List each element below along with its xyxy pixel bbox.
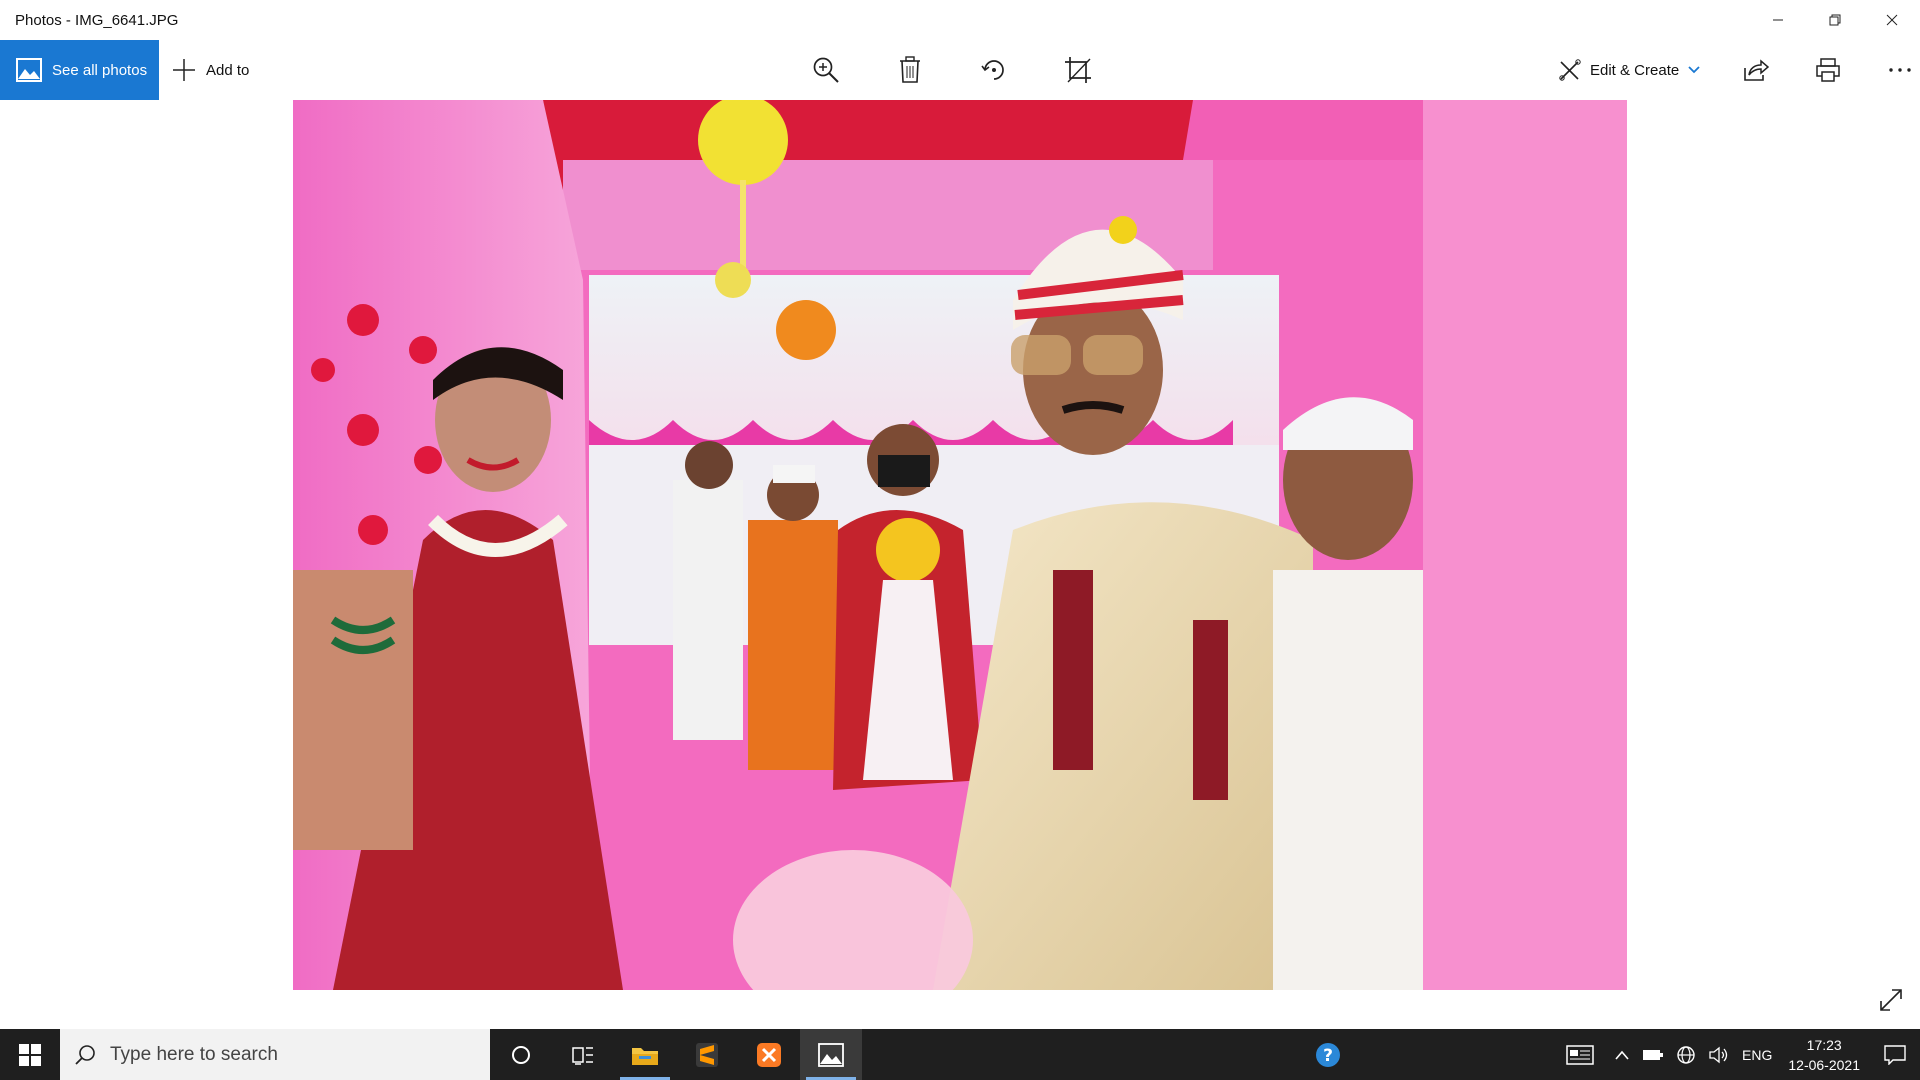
add-to-label: Add to	[206, 61, 250, 79]
delete-button[interactable]	[890, 50, 930, 90]
minimize-button[interactable]	[1749, 0, 1806, 40]
close-icon	[1886, 14, 1897, 26]
rotate-button[interactable]	[974, 50, 1014, 90]
title-bar: Photos - IMG_6641.JPG	[0, 0, 1920, 40]
print-button[interactable]	[1808, 50, 1848, 90]
expand-icon	[1880, 989, 1902, 1011]
clock[interactable]: 17:23 12-06-2021	[1778, 1035, 1870, 1075]
taskbar-search-box[interactable]: Type here to search	[60, 1029, 490, 1080]
window-title: Photos - IMG_6641.JPG	[15, 11, 179, 29]
help-button[interactable]: ?	[1297, 1029, 1359, 1080]
task-view-icon	[572, 1046, 593, 1065]
start-button[interactable]	[0, 1029, 60, 1080]
cortana-button[interactable]	[490, 1029, 552, 1080]
share-icon	[1744, 59, 1769, 81]
volume-icon	[1709, 1046, 1728, 1063]
photos-gallery-icon	[16, 58, 42, 82]
sublime-text-icon	[696, 1042, 718, 1067]
chevron-down-icon	[1688, 66, 1700, 74]
file-explorer-button[interactable]	[614, 1029, 676, 1080]
file-explorer-icon	[632, 1047, 658, 1065]
language-label: ENG	[1742, 1046, 1773, 1063]
print-icon	[1816, 58, 1840, 82]
action-center-button[interactable]	[1870, 1029, 1920, 1080]
search-icon	[75, 1044, 95, 1065]
xampp-icon	[757, 1042, 781, 1067]
chevron-up-icon	[1615, 1050, 1629, 1060]
fullscreen-button[interactable]	[1876, 985, 1906, 1015]
windows-start-icon	[19, 1043, 41, 1066]
notification-icon	[1884, 1044, 1906, 1065]
clock-date: 12-06-2021	[1788, 1056, 1860, 1073]
restore-icon	[1829, 14, 1840, 26]
photo-image[interactable]	[293, 100, 1627, 990]
network-button[interactable]	[1670, 1029, 1702, 1080]
share-button[interactable]	[1736, 50, 1776, 90]
window-controls	[1749, 0, 1920, 40]
language-indicator[interactable]: ENG	[1736, 1029, 1778, 1080]
search-placeholder: Type here to search	[110, 1043, 278, 1065]
news-icon	[1566, 1044, 1594, 1065]
image-viewer	[0, 100, 1920, 1029]
task-view-button[interactable]	[552, 1029, 614, 1080]
delete-icon	[900, 56, 920, 83]
see-all-photos-label: See all photos	[52, 61, 148, 79]
xampp-button[interactable]	[738, 1029, 800, 1080]
svg-text:?: ?	[1323, 1046, 1333, 1066]
edit-create-button[interactable]: Edit & Create	[1558, 40, 1701, 100]
rotate-icon	[981, 60, 1004, 80]
photos-app-button[interactable]	[800, 1029, 862, 1080]
minimize-icon	[1772, 19, 1783, 21]
help-icon: ?	[1316, 1042, 1340, 1067]
more-button[interactable]	[1880, 50, 1920, 90]
volume-button[interactable]	[1702, 1029, 1736, 1080]
close-button[interactable]	[1863, 0, 1920, 40]
center-tools	[806, 40, 1098, 100]
right-tools	[1736, 40, 1920, 100]
see-all-photos-button[interactable]: See all photos	[0, 40, 159, 100]
clock-time: 17:23	[1806, 1036, 1842, 1053]
taskbar: Type here to search ? ENG 17:23 12-06-20…	[0, 1029, 1920, 1080]
add-to-button[interactable]: Add to	[172, 40, 249, 100]
wedding-photo	[293, 100, 1627, 990]
edit-create-icon	[1559, 59, 1581, 81]
plus-icon	[173, 59, 195, 81]
zoom-icon	[813, 57, 839, 83]
battery-button[interactable]	[1636, 1029, 1670, 1080]
zoom-button[interactable]	[806, 50, 846, 90]
more-icon	[1889, 68, 1911, 72]
sublime-text-button[interactable]	[676, 1029, 738, 1080]
crop-button[interactable]	[1058, 50, 1098, 90]
app-toolbar: See all photos Add to Edit & Create	[0, 40, 1920, 100]
network-icon	[1677, 1045, 1695, 1064]
crop-icon	[1065, 57, 1091, 83]
battery-icon	[1643, 1049, 1664, 1060]
photos-icon	[818, 1042, 844, 1067]
show-hidden-icons-button[interactable]	[1608, 1029, 1636, 1080]
cortana-icon	[512, 1045, 530, 1064]
edit-create-label: Edit & Create	[1590, 61, 1680, 79]
news-button[interactable]	[1552, 1029, 1608, 1080]
restore-button[interactable]	[1806, 0, 1863, 40]
system-tray: ENG 17:23 12-06-2021	[1552, 1029, 1920, 1080]
